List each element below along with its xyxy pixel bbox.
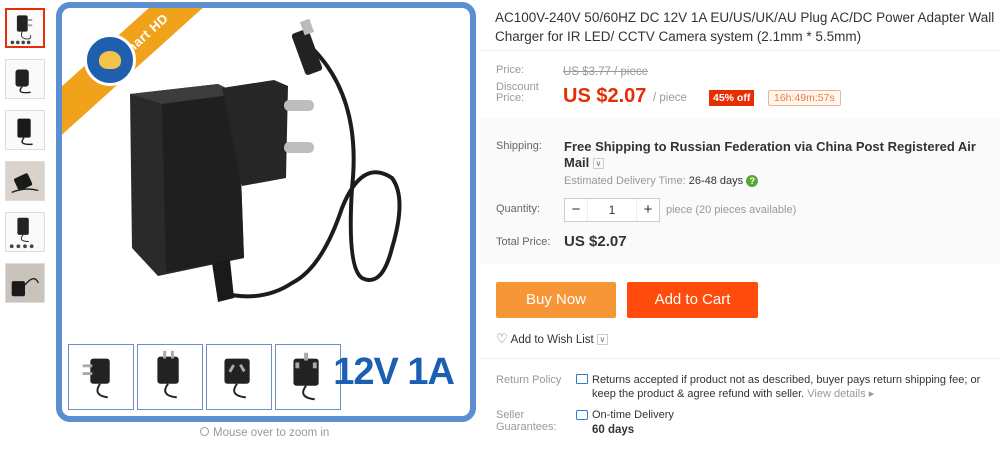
add-to-cart-button[interactable]: Add to Cart: [627, 282, 758, 318]
shipping-method-text: Free Shipping to Russian Federation via …: [564, 139, 976, 170]
thumbnail-4[interactable]: [5, 161, 45, 201]
quantity-label: Quantity:: [496, 203, 541, 215]
on-time-delivery: On-time Delivery: [592, 409, 674, 421]
delivery-guarantee-days: 60 days: [592, 424, 635, 436]
discount-badge: 45% off: [709, 90, 755, 106]
thumbnail-6[interactable]: [5, 263, 45, 303]
shipping-method[interactable]: Free Shipping to Russian Federation via …: [564, 139, 994, 171]
voltage-label: 12V 1A: [333, 351, 455, 393]
divider: [480, 358, 1000, 359]
help-icon[interactable]: ?: [746, 175, 759, 188]
variant-eu-plug: [68, 344, 134, 410]
variant-uk-plug: [275, 344, 341, 410]
thumbnail-2[interactable]: [5, 59, 45, 99]
return-policy-text: Returns accepted if product not as descr…: [592, 373, 987, 401]
original-price: US $3.77 / piece: [563, 66, 649, 78]
seller-guarantees-label: Seller Guarantees:: [496, 409, 557, 433]
total-price: US $2.07: [564, 233, 627, 250]
eta-label: Estimated Delivery Time:: [564, 175, 686, 187]
quantity-availability: piece (20 pieces available): [666, 204, 797, 216]
product-title: AC100V-240V 50/60HZ DC 12V 1A EU/US/UK/A…: [495, 10, 995, 44]
add-to-wish-list[interactable]: ♡ Add to Wish List ∨: [496, 331, 608, 347]
eta-value: 26-48 days: [688, 175, 744, 187]
main-product-image[interactable]: HSmart HD 12V 1A: [56, 2, 476, 422]
price-label: Price:: [496, 64, 525, 76]
thumbnail-3[interactable]: [5, 110, 45, 150]
quantity-stepper: − 1 +: [564, 198, 660, 222]
variant-au-plug: [206, 344, 272, 410]
return-policy-icon: [576, 374, 588, 384]
plug-variants: [68, 344, 341, 410]
quantity-input[interactable]: 1: [587, 199, 637, 221]
return-policy-description: Returns accepted if product not as descr…: [592, 374, 981, 400]
countdown-timer: 16h:49m:57s: [768, 90, 841, 106]
shipping-label: Shipping:: [496, 140, 542, 152]
discount-price: US $2.07: [563, 85, 647, 107]
brand-logo: [84, 34, 136, 86]
zoom-hint: Mouse over to zoom in: [200, 427, 329, 439]
chevron-down-icon[interactable]: ∨: [592, 158, 604, 170]
discount-price-label: Discount Price:: [496, 81, 539, 104]
quantity-increase-button[interactable]: +: [637, 199, 659, 221]
heart-icon: ♡: [496, 331, 508, 346]
divider: [480, 50, 1000, 51]
delivery-truck-icon: [576, 410, 588, 420]
wish-list-label: Add to Wish List: [510, 334, 594, 346]
per-piece-unit: / piece: [653, 92, 687, 104]
buy-now-button[interactable]: Buy Now: [496, 282, 616, 318]
return-policy-label: Return Policy: [496, 374, 562, 386]
thumbnail-5[interactable]: [5, 212, 45, 252]
chevron-down-icon[interactable]: ∨: [596, 334, 608, 346]
total-price-label: Total Price:: [496, 236, 551, 248]
product-info-panel: AC100V-240V 50/60HZ DC 12V 1A EU/US/UK/A…: [480, 0, 1000, 449]
magnifier-icon: [200, 427, 209, 436]
view-details-link[interactable]: View details ▸: [807, 388, 874, 400]
zoom-hint-text: Mouse over to zoom in: [213, 427, 330, 439]
variant-us-plug: [137, 344, 203, 410]
estimated-delivery: Estimated Delivery Time: 26-48 days ?: [564, 175, 759, 188]
thumbnail-1[interactable]: [5, 8, 45, 48]
quantity-decrease-button[interactable]: −: [565, 199, 587, 221]
thumbnail-list: [5, 8, 49, 314]
